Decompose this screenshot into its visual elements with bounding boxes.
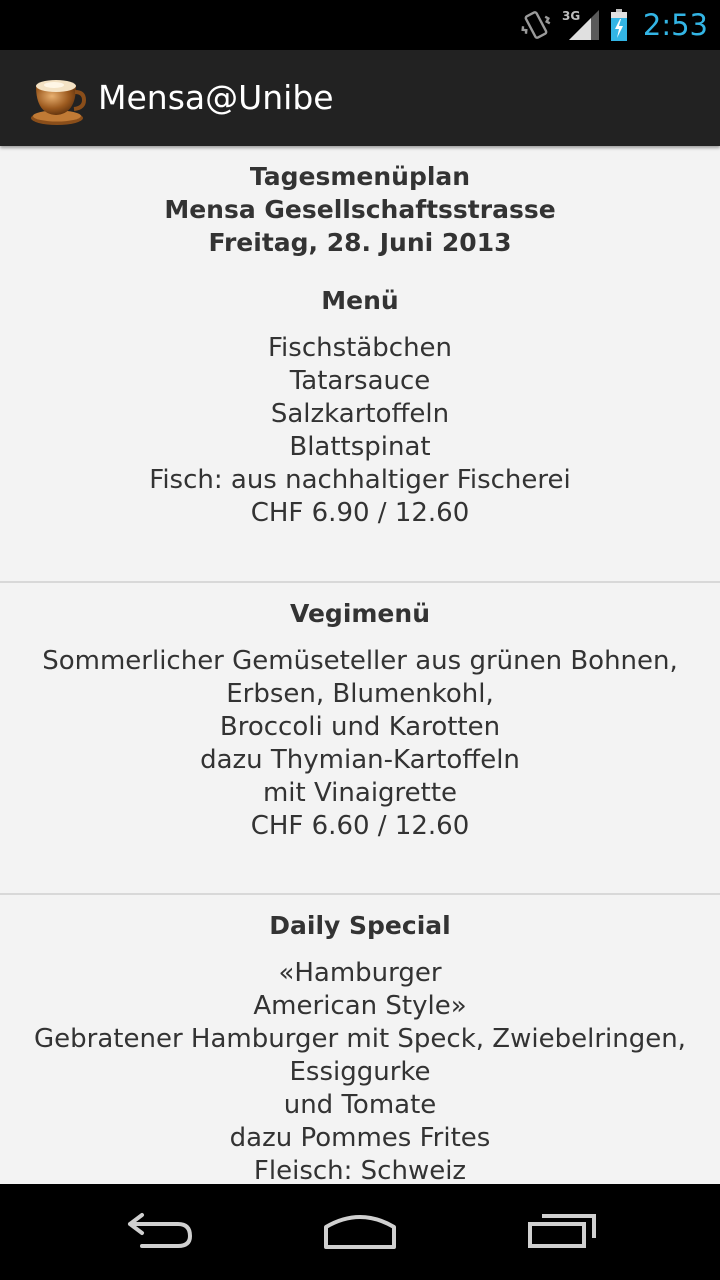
menu-item-line: Fischstäbchen bbox=[267, 333, 453, 363]
menu-content[interactable]: Tagesmenüplan Mensa Gesellschaftsstrasse… bbox=[0, 146, 720, 1184]
menu-price: CHF 6.60 / 12.60 bbox=[250, 811, 470, 841]
status-icons: 3G 2:53 bbox=[519, 0, 708, 50]
menu-item-line: Sommerlicher Gemüseteller aus grünen Boh… bbox=[42, 646, 678, 676]
menu-item-line: Salzkartoffeln bbox=[270, 399, 450, 429]
menu-item-line: Fisch: aus nachhaltiger Fischerei bbox=[149, 465, 571, 495]
page-title: Tagesmenüplan bbox=[249, 162, 471, 191]
menu-item-line: American Style» bbox=[253, 991, 467, 1021]
menu-item-line: «Hamburger bbox=[278, 958, 442, 988]
menu-item-line: Broccoli und Karotten bbox=[219, 712, 501, 742]
menu-item-line: dazu Thymian-Kartoffeln bbox=[200, 745, 520, 775]
menu-item-line: mit Vinaigrette bbox=[262, 778, 458, 808]
signal-icon: 3G bbox=[561, 8, 601, 42]
menu-item-line: Fleisch: Schweiz bbox=[253, 1156, 467, 1184]
daily-special-section: Daily Special «Hamburger American Style»… bbox=[0, 895, 720, 1184]
section-title: Daily Special bbox=[269, 911, 451, 940]
menu-section: Menü Fischstäbchen Tatarsauce Salzkartof… bbox=[0, 259, 720, 581]
network-type-label: 3G bbox=[562, 9, 580, 23]
recent-apps-button[interactable] bbox=[482, 1184, 642, 1280]
recent-apps-icon bbox=[526, 1210, 598, 1254]
menu-item-line: Blattspinat bbox=[289, 432, 431, 462]
menu-item-line: Tatarsauce bbox=[289, 366, 431, 396]
mensa-location: Mensa Gesellschaftsstrasse bbox=[164, 195, 556, 224]
menu-item-line: dazu Pommes Frites bbox=[229, 1123, 491, 1153]
menu-price: CHF 6.90 / 12.60 bbox=[250, 498, 470, 528]
section-title: Menü bbox=[321, 286, 399, 315]
battery-charging-icon bbox=[609, 8, 629, 42]
menu-item-line: Essiggurke bbox=[289, 1057, 431, 1087]
status-bar: 3G 2:53 bbox=[0, 0, 720, 50]
home-icon bbox=[322, 1209, 398, 1255]
menu-item-line: Erbsen, Blumenkohl, bbox=[226, 679, 494, 709]
navigation-bar bbox=[0, 1184, 720, 1280]
menu-date: Freitag, 28. Juni 2013 bbox=[208, 228, 512, 257]
status-time: 2:53 bbox=[642, 8, 708, 42]
home-button[interactable] bbox=[280, 1184, 440, 1280]
menu-header: Tagesmenüplan Mensa Gesellschaftsstrasse… bbox=[0, 146, 720, 259]
section-title: Vegimenü bbox=[289, 599, 430, 628]
vibrate-icon bbox=[519, 8, 553, 42]
action-bar: Mensa@Unibe bbox=[0, 50, 720, 146]
back-icon bbox=[124, 1210, 196, 1254]
menu-item-line: und Tomate bbox=[283, 1090, 437, 1120]
coffee-cup-icon[interactable] bbox=[28, 68, 88, 128]
menu-item-line: Gebratener Hamburger mit Speck, Zwiebelr… bbox=[34, 1024, 686, 1054]
app-title: Mensa@Unibe bbox=[98, 78, 334, 117]
vegi-section: Vegimenü Sommerlicher Gemüseteller aus g… bbox=[0, 583, 720, 893]
back-button[interactable] bbox=[80, 1184, 240, 1280]
